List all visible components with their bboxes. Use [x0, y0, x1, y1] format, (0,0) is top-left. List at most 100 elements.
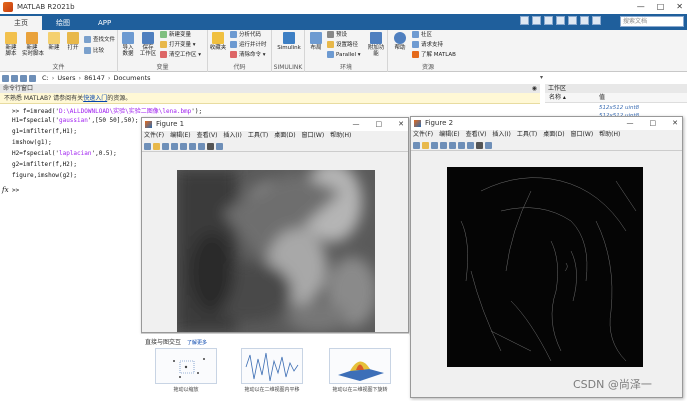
legend-icon[interactable] [198, 142, 205, 150]
learn-more-link[interactable]: 了解更多 [187, 340, 207, 346]
column-value[interactable]: 值 [599, 93, 605, 103]
open-icon[interactable] [153, 142, 160, 150]
address-dropdown-icon[interactable]: ▾ [540, 74, 543, 81]
favorites-button[interactable]: 收藏夹 [208, 32, 228, 51]
new-figure-icon[interactable] [413, 141, 420, 149]
function-browser-icon[interactable]: fx [2, 186, 9, 194]
pointer-icon[interactable] [476, 141, 483, 149]
new-button[interactable]: 新建 [44, 32, 64, 51]
print-icon[interactable] [440, 141, 447, 149]
clear-commands-button[interactable]: 清除命令 ▾ [230, 51, 266, 60]
compare-button[interactable]: 比较 [84, 47, 104, 56]
up-folder-icon[interactable] [20, 74, 27, 82]
community-button[interactable]: 社区 [412, 31, 432, 40]
open-variable-button[interactable]: 打开变量 ▾ [160, 41, 196, 50]
parallel-button[interactable]: Parallel ▾ [327, 51, 361, 60]
maximize-button[interactable]: □ [376, 118, 383, 131]
address-bar[interactable]: C: › Users › 86147 › Documents ▾ [0, 73, 687, 83]
menu-insert[interactable]: 插入(I) [492, 130, 510, 140]
link-icon[interactable] [449, 141, 456, 149]
menu-edit[interactable]: 编辑(E) [439, 130, 459, 140]
save-workspace-button[interactable]: 保存 工作区 [138, 32, 158, 57]
open-button[interactable]: 打开 [63, 32, 83, 51]
help-icon[interactable] [592, 16, 601, 25]
figure-2-titlebar[interactable]: Figure 2 — □ ✕ [411, 117, 682, 130]
figure-1-axes[interactable] [142, 152, 408, 332]
menu-desktop[interactable]: 桌面(D) [274, 131, 295, 141]
dock-icon[interactable] [485, 141, 492, 149]
column-name[interactable]: 名称 ▴ [549, 93, 566, 103]
layout-button[interactable]: 布局 [306, 32, 326, 51]
learn-matlab-button[interactable]: 了解 MATLAB [412, 51, 456, 60]
browse-folder-icon[interactable] [29, 74, 36, 82]
menu-tools[interactable]: 工具(T) [517, 130, 537, 140]
minimize-button[interactable]: — [627, 117, 634, 130]
close-button[interactable]: ✕ [398, 118, 404, 131]
menu-insert[interactable]: 插入(I) [223, 131, 241, 141]
minimize-button[interactable]: — [637, 2, 645, 11]
maximize-button[interactable]: □ [657, 2, 665, 11]
minimize-button[interactable]: — [353, 118, 360, 131]
new-live-script-button[interactable]: 新建 实时脚本 [22, 32, 44, 57]
colorbar-icon[interactable] [458, 141, 465, 149]
help-button[interactable]: 帮助 [390, 32, 410, 51]
run-and-time-button[interactable]: 运行并计时 [230, 41, 267, 50]
back-icon[interactable] [2, 74, 9, 82]
close-button[interactable]: ✕ [676, 2, 683, 11]
add-ons-button[interactable]: 附加功能 [366, 32, 386, 57]
dock-icon[interactable] [216, 142, 223, 150]
menu-edit[interactable]: 编辑(E) [170, 131, 190, 141]
copy-icon[interactable] [544, 16, 553, 25]
menu-desktop[interactable]: 桌面(D) [543, 130, 564, 140]
path-part-drive[interactable]: C: [42, 74, 49, 82]
path-part-user[interactable]: 86147 [84, 74, 105, 82]
path-part-documents[interactable]: Documents [113, 74, 150, 82]
search-docs-input[interactable]: 搜索文档 [620, 16, 684, 27]
import-data-button[interactable]: 导入 数据 [118, 32, 138, 57]
workspace-row[interactable]: 512x512 uint8 [545, 104, 687, 112]
menu-view[interactable]: 查看(V) [466, 130, 487, 140]
new-script-button[interactable]: 新建 脚本 [1, 32, 21, 57]
preferences-button[interactable]: 预设 [327, 31, 347, 40]
figure-1-titlebar[interactable]: Figure 1 — □ ✕ [142, 118, 408, 131]
tab-home[interactable]: 主页 [0, 16, 42, 30]
save-icon[interactable] [162, 142, 169, 150]
quick-start-link[interactable]: 快速入门 [83, 95, 107, 102]
figure-1-window[interactable]: Figure 1 — □ ✕ 文件(F) 编辑(E) 查看(V) 插入(I) 工具(… [141, 117, 409, 333]
path-part-users[interactable]: Users [57, 74, 75, 82]
close-button[interactable]: ✕ [672, 117, 678, 130]
paste-icon[interactable] [556, 16, 565, 25]
menu-help[interactable]: 帮助(H) [330, 131, 351, 141]
cut-icon[interactable] [532, 16, 541, 25]
undo-icon[interactable] [568, 16, 577, 25]
request-support-button[interactable]: 请求支持 [412, 41, 443, 50]
open-icon[interactable] [422, 141, 429, 149]
set-path-button[interactable]: 设置路径 [327, 41, 358, 50]
simulink-button[interactable]: Simulink [276, 32, 302, 51]
colorbar-icon[interactable] [189, 142, 196, 150]
menu-file[interactable]: 文件(F) [413, 130, 433, 140]
menu-tools[interactable]: 工具(T) [248, 131, 268, 141]
link-icon[interactable] [180, 142, 187, 150]
clear-workspace-button[interactable]: 清空工作区 ▾ [160, 51, 201, 60]
figure-2-window[interactable]: Figure 2 — □ ✕ 文件(F) 编辑(E) 查看(V) 插入(I) 工具(… [410, 116, 683, 398]
panel-menu-icon[interactable]: ◉ [532, 84, 537, 93]
save-icon[interactable] [520, 16, 529, 25]
menu-file[interactable]: 文件(F) [144, 131, 164, 141]
redo-icon[interactable] [580, 16, 589, 25]
command-prompt[interactable]: >> [12, 187, 19, 194]
menu-window[interactable]: 窗口(W) [302, 131, 325, 141]
save-icon[interactable] [431, 141, 438, 149]
legend-icon[interactable] [467, 141, 474, 149]
tab-apps[interactable]: APP [84, 16, 125, 30]
new-figure-icon[interactable] [144, 142, 151, 150]
find-files-button[interactable]: 查找文件 [84, 36, 115, 45]
analyze-code-button[interactable]: 分析代码 [230, 31, 261, 40]
menu-help[interactable]: 帮助(H) [599, 130, 620, 140]
figure-2-axes[interactable] [411, 151, 682, 397]
forward-icon[interactable] [11, 74, 18, 82]
new-variable-button[interactable]: 新建变量 [160, 31, 191, 40]
menu-view[interactable]: 查看(V) [197, 131, 218, 141]
pointer-icon[interactable] [207, 142, 214, 150]
menu-window[interactable]: 窗口(W) [571, 130, 594, 140]
